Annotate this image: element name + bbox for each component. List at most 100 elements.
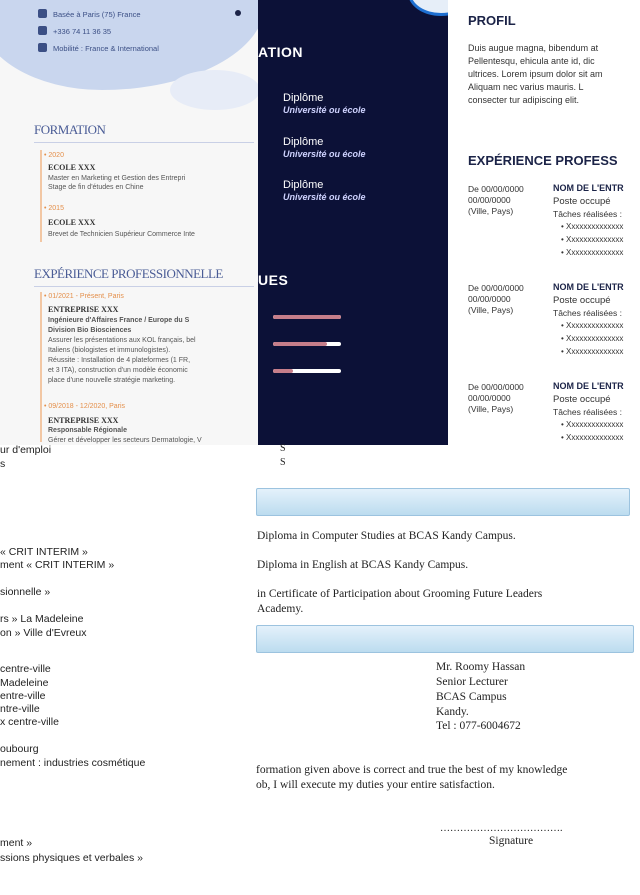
formation-school: ECOLE XXX [48, 218, 96, 227]
job-date-end: 00/00/0000 [468, 195, 511, 205]
decor-dot [235, 10, 241, 16]
diploma-school: Université ou école [283, 149, 366, 159]
timeline-bar [40, 150, 42, 242]
skill-bar-fill [273, 315, 341, 319]
profil-line: consecter tur adipiscing elit. [468, 95, 580, 105]
formation-heading: FORMATION [34, 122, 106, 137]
skills-heading: UES [258, 272, 289, 288]
skill-bar-fill [273, 342, 328, 346]
formation-date: • 2020 [44, 152, 64, 159]
job-bullet: • Xxxxxxxxxxxxxx [561, 420, 624, 429]
formation-date: • 2015 [44, 205, 64, 212]
job-location: (Ville, Pays) [468, 305, 514, 315]
declaration-line: formation given above is correct and tru… [256, 764, 568, 776]
job-bullet: • Xxxxxxxxxxxxxx [561, 433, 624, 442]
job-dates: De 00/00/0000 00/00/0000 (Ville, Pays) [468, 283, 524, 316]
profile-photo-frame [408, 0, 448, 16]
stray-letter: S [280, 443, 286, 454]
experience-company: ENTREPRISE XXX [48, 305, 119, 314]
section-header-band [256, 488, 630, 516]
experience-role: Responsable Régionale [48, 427, 127, 434]
job-dates: De 00/00/0000 00/00/0000 (Ville, Pays) [468, 184, 524, 217]
experience-heading: EXPÉRIENCE PROFESSIONNELLE [34, 266, 223, 281]
profil-line: Duis augue magna, bibendum at [468, 43, 599, 53]
section-header-band [256, 625, 634, 653]
formation-line: Brevet de Technicien Supérieur Commerce … [48, 231, 195, 238]
signature-label: Signature [489, 835, 534, 847]
profil-line: Pellentesqu, ehicula ante id, dic [468, 56, 595, 66]
bottom-left-line: « CRIT INTERIM » [0, 546, 88, 558]
profil-line: Aliquam nec varius mauris. L [468, 82, 584, 92]
job-bullet: • Xxxxxxxxxxxxxx [561, 248, 624, 257]
formation-line: Master en Marketing et Gestion des Entre… [48, 175, 186, 182]
divider [34, 142, 254, 143]
header-blob-accent [170, 70, 258, 110]
diploma-title: Diplôme [283, 136, 324, 148]
bottom-left-line: ntre-ville [0, 703, 40, 715]
skill-bar [273, 369, 341, 373]
right-cv-fragment: PROFIL Duis augue magna, bibendum at Pel… [448, 0, 640, 445]
diploma-title: Diplôme [283, 179, 324, 191]
job-date-end: 00/00/0000 [468, 294, 511, 304]
formation-line: Stage de fin d'études en Chine [48, 184, 144, 191]
left-cv-fragment: Basée à Paris (75) France +336 74 11 36 … [0, 0, 258, 445]
bottom-left-line: nement : industries cosmétique [0, 757, 146, 769]
contact-mobility: Mobilité : France & International [38, 43, 159, 53]
job-date-start: De 00/00/0000 [468, 184, 524, 194]
skill-bar [273, 315, 341, 319]
bottom-left-line: oubourg [0, 743, 39, 755]
referee-name: Mr. Roomy Hassan [436, 661, 526, 673]
job-post: Poste occupé [553, 196, 611, 207]
location-pin-icon [38, 9, 47, 18]
job-dates: De 00/00/0000 00/00/0000 (Ville, Pays) [468, 382, 524, 415]
experience-line: Réussite : Installation de 4 plateformes… [48, 357, 191, 364]
bottom-left-line: centre-ville [0, 663, 51, 675]
job-tasks-label: Tâches réalisées : [553, 308, 622, 318]
education-line: Academy. [257, 603, 304, 615]
signature-dots: ………………………………. [440, 823, 563, 834]
bottom-left-line: entre-ville [0, 690, 46, 702]
referee-city: Kandy. [436, 706, 469, 718]
declaration-line: ob, I will execute my duties your entire… [256, 779, 495, 791]
bottom-left-line: s [0, 458, 6, 470]
suitcase-icon [38, 43, 47, 52]
bottom-left-line: x centre-ville [0, 716, 59, 728]
experience-role: Ingénieure d'Affaires France / Europe du… [48, 317, 190, 324]
profil-line: ultrices. Lorem ipsum dolor sit am [468, 69, 603, 79]
job-post: Poste occupé [553, 394, 611, 405]
experience-line: Italiens (biologistes et immunologistes)… [48, 347, 171, 354]
job-date-start: De 00/00/0000 [468, 382, 524, 392]
bottom-left-line: rs » La Madeleine [0, 613, 84, 625]
job-company: NOM DE L'ENTR [553, 282, 624, 292]
experience-date: • 01/2021 - Présent, Paris [44, 293, 124, 300]
job-date-start: De 00/00/0000 [468, 283, 524, 293]
formation-heading: ATION [258, 44, 304, 60]
experience-company: ENTREPRISE XXX [48, 416, 119, 425]
job-location: (Ville, Pays) [468, 206, 514, 216]
referee-phone: Tel : 077-6004672 [436, 720, 521, 732]
education-line: Diploma in Computer Studies at BCAS Kand… [257, 530, 516, 542]
bottom-left-line: ssions physiques et verbales » [0, 852, 143, 864]
diploma-school: Université ou école [283, 105, 366, 115]
experience-line: place d'une nouvelle stratégie marketing… [48, 377, 176, 384]
job-bullet: • Xxxxxxxxxxxxxx [561, 347, 624, 356]
job-company: NOM DE L'ENTR [553, 183, 624, 193]
experience-date: • 09/2018 - 12/2020, Paris [44, 403, 126, 410]
referee-title: Senior Lecturer [436, 676, 508, 688]
job-post: Poste occupé [553, 295, 611, 306]
job-bullet: • Xxxxxxxxxxxxxx [561, 334, 624, 343]
skill-bar [273, 342, 341, 346]
job-tasks-label: Tâches réalisées : [553, 209, 622, 219]
bottom-left-line: Madeleine [0, 677, 49, 689]
experience-line: Division Bio Biosciences [48, 327, 132, 334]
job-tasks-label: Tâches réalisées : [553, 407, 622, 417]
contact-phone: +336 74 11 36 35 [38, 26, 111, 36]
phone-icon [38, 26, 47, 35]
bottom-left-line: ment » [0, 837, 33, 849]
bottom-left-line: on » Ville d'Evreux [0, 627, 87, 639]
job-bullet: • Xxxxxxxxxxxxxx [561, 222, 624, 231]
education-line: Diploma in English at BCAS Kandy Campus. [257, 559, 469, 571]
bottom-left-line: sionnelle » [0, 586, 51, 598]
bottom-left-line: ment « CRIT INTERIM » [0, 559, 115, 571]
experience-line: Gérer et développer les secteurs Dermato… [48, 437, 202, 444]
